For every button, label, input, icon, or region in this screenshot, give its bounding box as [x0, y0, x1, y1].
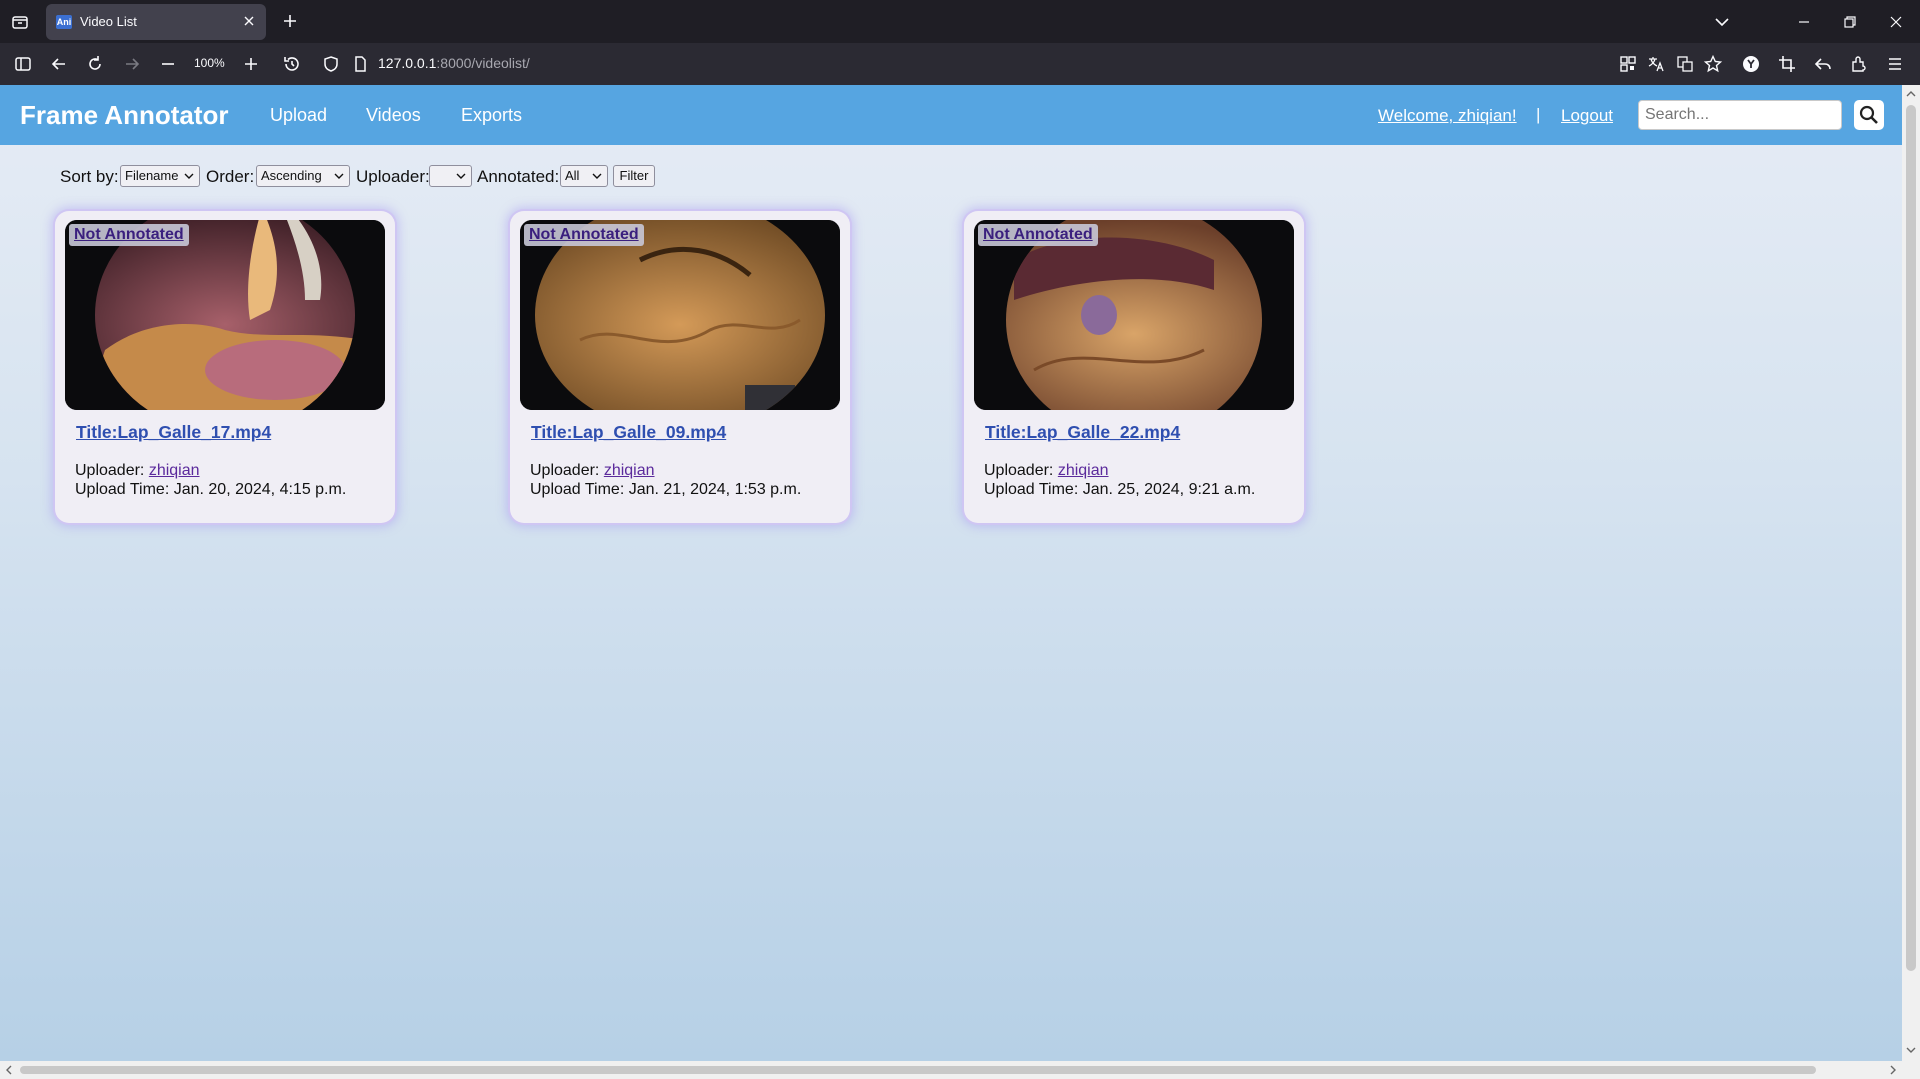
horizontal-scrollbar[interactable] [0, 1061, 1902, 1079]
annotation-status-badge[interactable]: Not Annotated [978, 224, 1098, 246]
order-select[interactable]: Ascending [256, 165, 350, 187]
video-thumbnail[interactable]: Not Annotated [65, 220, 385, 410]
chevron-down-icon[interactable] [1712, 12, 1732, 32]
video-thumbnail-image [974, 220, 1294, 410]
minimize-icon[interactable] [1792, 10, 1816, 34]
uploader-label: Uploader: [75, 462, 145, 479]
upload-time: Upload Time: Jan. 21, 2024, 1:53 p.m. [530, 481, 802, 498]
search-icon [1859, 105, 1878, 124]
uploader-line: Uploader: zhiqian [984, 462, 1109, 480]
scroll-right-icon[interactable] [1886, 1061, 1900, 1079]
video-card[interactable]: Not Annotated Title:Lap_Galle_22.mp4 Upl… [964, 211, 1304, 523]
new-tab-icon[interactable] [280, 11, 300, 31]
vertical-scrollbar-thumb[interactable] [1906, 105, 1916, 971]
crop-icon[interactable] [1777, 54, 1797, 74]
horizontal-scrollbar-thumb[interactable] [20, 1066, 1816, 1074]
order-value: Ascending [261, 168, 322, 183]
page-translate-icon[interactable] [1675, 54, 1695, 74]
shield-icon[interactable] [321, 54, 341, 74]
uploader-label: Uploader: [530, 462, 600, 479]
upload-time: Upload Time: Jan. 25, 2024, 9:21 a.m. [984, 481, 1256, 498]
history-icon[interactable] [282, 54, 302, 74]
uploader-select[interactable] [429, 165, 472, 187]
video-thumbnail-image [65, 220, 385, 410]
favicon-icon: Ani [56, 15, 72, 29]
search-button[interactable] [1854, 100, 1884, 130]
undo-icon[interactable] [1813, 54, 1833, 74]
nav-exports-link[interactable]: Exports [461, 105, 522, 126]
video-title-link[interactable]: Title:Lap_Galle_09.mp4 [531, 422, 726, 443]
video-card[interactable]: Not Annotated Title:Lap_Galle_17.mp4 Upl… [55, 211, 395, 523]
upload-time: Upload Time: Jan. 20, 2024, 4:15 p.m. [75, 481, 347, 498]
nav-upload-link[interactable]: Upload [270, 105, 327, 126]
sidebar-icon[interactable] [13, 54, 33, 74]
zoom-level[interactable]: 100% [194, 56, 225, 70]
scroll-up-icon[interactable] [1902, 87, 1920, 101]
nav-videos-link[interactable]: Videos [366, 105, 421, 126]
restore-icon[interactable] [1838, 10, 1862, 34]
page-icon [350, 54, 370, 74]
video-thumbnail-image [520, 220, 840, 410]
uploader-line: Uploader: zhiqian [530, 462, 655, 480]
chevron-down-icon [184, 173, 194, 179]
annotated-label: Annotated: [477, 167, 560, 186]
uploader-line: Uploader: zhiqian [75, 462, 200, 480]
site-header: Frame Annotator Upload Videos Exports We… [0, 85, 1902, 145]
chevron-down-icon [334, 173, 344, 179]
close-window-icon[interactable] [1884, 10, 1908, 34]
url-path: :8000/videolist/ [436, 55, 530, 71]
url-bar[interactable]: 127.0.0.1:8000/videolist/ [378, 55, 530, 71]
close-tab-icon[interactable] [240, 12, 258, 30]
order-label: Order: [206, 167, 255, 186]
uploader-link[interactable]: zhiqian [604, 462, 655, 479]
uploader-label: Uploader: [356, 167, 430, 186]
scroll-down-icon[interactable] [1902, 1043, 1920, 1057]
video-card[interactable]: Not Annotated Title:Lap_Galle_09.mp4 Upl… [510, 211, 850, 523]
back-icon[interactable] [49, 54, 69, 74]
browser-tab[interactable]: Ani Video List [46, 4, 266, 40]
annotated-select[interactable]: All [560, 165, 608, 187]
page-viewport: Frame Annotator Upload Videos Exports We… [0, 85, 1902, 1061]
annotation-status-badge[interactable]: Not Annotated [524, 224, 644, 246]
tab-title: Video List [80, 14, 137, 29]
uploader-link[interactable]: zhiqian [1058, 462, 1109, 479]
tab-list-icon[interactable] [10, 12, 30, 32]
uploader-label: Uploader: [984, 462, 1054, 479]
video-thumbnail[interactable]: Not Annotated [974, 220, 1294, 410]
menu-icon[interactable] [1885, 54, 1905, 74]
video-title-link[interactable]: Title:Lap_Galle_17.mp4 [76, 422, 271, 443]
reload-icon[interactable] [85, 54, 105, 74]
zoom-out-icon[interactable] [158, 54, 178, 74]
extensions-icon[interactable] [1849, 54, 1869, 74]
sort-select[interactable]: Filename [120, 165, 200, 187]
forward-icon[interactable] [122, 54, 142, 74]
qr-code-icon[interactable] [1618, 54, 1638, 74]
logout-link[interactable]: Logout [1561, 106, 1613, 126]
zoom-in-icon[interactable] [241, 54, 261, 74]
browser-nav-bar: 100% 127.0.0.1:8000/videolist/ [0, 43, 1920, 85]
annotation-status-badge[interactable]: Not Annotated [69, 224, 189, 246]
url-host: 127.0.0.1 [378, 55, 437, 71]
welcome-user-link[interactable]: Welcome, zhiqian! [1378, 106, 1517, 126]
annotated-value: All [565, 168, 580, 183]
uploader-link[interactable]: zhiqian [149, 462, 200, 479]
video-thumbnail[interactable]: Not Annotated [520, 220, 840, 410]
filter-button[interactable]: Filter [613, 165, 655, 187]
vertical-scrollbar[interactable] [1902, 85, 1920, 1061]
brand-logo[interactable]: Frame Annotator [20, 100, 229, 131]
scrollbar-corner [1902, 1061, 1920, 1079]
translate-icon[interactable] [1646, 54, 1666, 74]
header-separator: | [1536, 105, 1541, 124]
chevron-down-icon [592, 173, 602, 179]
browser-tab-bar: Ani Video List [0, 0, 1920, 43]
bookmark-star-icon[interactable] [1703, 54, 1723, 74]
extension-y-icon[interactable] [1741, 54, 1761, 74]
sort-label: Sort by: [60, 167, 119, 186]
scroll-left-icon[interactable] [2, 1061, 16, 1079]
chevron-down-icon [456, 173, 466, 179]
search-input[interactable] [1638, 100, 1842, 130]
video-title-link[interactable]: Title:Lap_Galle_22.mp4 [985, 422, 1180, 443]
sort-value: Filename [125, 168, 179, 183]
